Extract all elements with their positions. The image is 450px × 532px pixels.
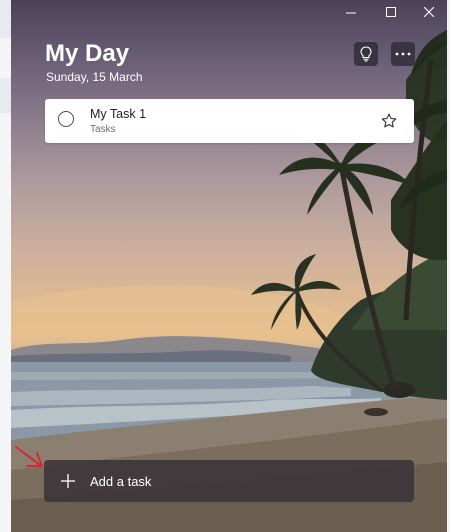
task-title: My Task 1	[90, 107, 147, 121]
add-task-label: Add a task	[90, 474, 152, 489]
maximize-button[interactable]	[371, 0, 411, 24]
more-options-button[interactable]	[391, 42, 415, 66]
minimize-icon	[346, 12, 356, 14]
plus-icon	[61, 474, 75, 488]
lightbulb-icon	[360, 46, 372, 62]
maximize-icon	[386, 7, 396, 17]
more-options-icon	[395, 52, 411, 56]
todo-app-window: My Day Sunday, 15 March My Task 1 Tasks …	[11, 0, 447, 532]
close-button[interactable]	[409, 0, 447, 24]
minimize-button[interactable]	[331, 0, 371, 24]
task-item[interactable]: My Task 1 Tasks	[45, 99, 414, 143]
close-icon	[424, 7, 434, 17]
importance-star-icon[interactable]	[380, 112, 398, 130]
complete-task-checkbox[interactable]	[58, 111, 74, 127]
task-list-name: Tasks	[90, 124, 116, 135]
red-arrow-icon	[15, 446, 43, 467]
add-task-input[interactable]: Add a task	[44, 460, 414, 502]
suggestions-button[interactable]	[354, 42, 378, 66]
page-date: Sunday, 15 March	[46, 70, 143, 84]
